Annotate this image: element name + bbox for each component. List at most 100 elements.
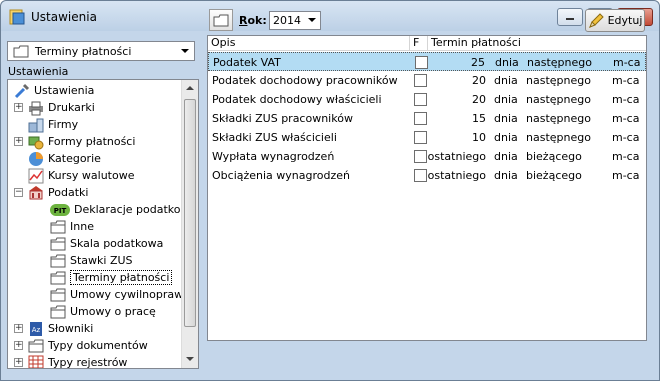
chevron-down-icon[interactable] — [304, 13, 319, 28]
settings-window: Ustawienia Terminy płatności Ustawienia … — [0, 0, 660, 381]
tree-item[interactable]: Skala podatkowa — [50, 235, 163, 252]
f-checkbox[interactable] — [415, 56, 428, 69]
column-header-f[interactable]: F — [410, 36, 428, 51]
tree-item[interactable]: Kategorie — [28, 150, 101, 167]
f-checkbox[interactable] — [414, 131, 427, 144]
table-row[interactable]: Składki ZUS pracowników 15 dnia następnego m… — [208, 109, 646, 128]
tree-item[interactable]: + Drukarki — [14, 99, 95, 116]
edit-button-label: Edytuj — [607, 14, 643, 27]
folder-icon — [50, 287, 66, 303]
tree-item[interactable]: + Typy rejestrów — [14, 354, 127, 368]
settings-tree[interactable]: Ustawienia + Drukarki Firmy + Formy płatności… — [7, 79, 199, 369]
tree-item[interactable]: Inne — [50, 218, 94, 235]
scroll-down-button[interactable] — [182, 351, 198, 368]
cell-opis: Podatek dochodowy pracowników — [212, 74, 398, 87]
grid-header: Opis F Termin płatności — [208, 36, 646, 51]
table-row[interactable]: Podatek dochodowy właścicieli 20 dnia nastę… — [208, 90, 646, 109]
tree-scrollbar[interactable] — [181, 80, 198, 368]
column-header-opis[interactable]: Opis — [208, 36, 410, 51]
scroll-thumb[interactable] — [184, 99, 196, 327]
cell-termin-number: 20 — [472, 74, 486, 87]
cell-termin-number: 20 — [472, 93, 486, 106]
table-row[interactable]: Składki ZUS właścicieli 10 dnia następnego m… — [208, 128, 646, 147]
tree-item[interactable]: + Typy dokumentów — [14, 337, 148, 354]
tree-section-label: Ustawienia — [8, 65, 69, 78]
cell-opis: Wypłata wynagrodzeń — [212, 150, 335, 163]
f-checkbox[interactable] — [414, 74, 427, 87]
cell-termin-when: następnego — [526, 74, 591, 87]
tree-item[interactable]: + Formy płatności — [14, 133, 136, 150]
tree-item-label: Podatki — [48, 186, 89, 199]
folder-icon — [213, 14, 229, 26]
table-row[interactable]: Podatek dochodowy pracowników 20 dnia nastę… — [208, 71, 646, 90]
tree-item-label: Umowy cywilnoprawne — [70, 288, 197, 301]
tree-item-label: Drukarki — [48, 101, 95, 114]
app-icon — [9, 9, 25, 25]
collapse-icon[interactable]: − — [14, 188, 23, 197]
f-checkbox[interactable] — [414, 169, 427, 182]
tree-item-label: Formy płatności — [48, 135, 136, 148]
tree-item-label: Deklaracje podatkowe — [74, 203, 197, 216]
cell-termin-period: m-ca — [612, 150, 640, 163]
tree-item-label: Terminy płatności — [70, 270, 173, 285]
cell-opis: Podatek VAT — [213, 56, 281, 69]
settings-category-select[interactable]: Terminy płatności — [7, 41, 195, 61]
tree-item[interactable]: + Az Słowniki — [14, 320, 93, 337]
chevron-down-icon[interactable] — [177, 43, 193, 59]
tree-item-label: Inne — [70, 220, 94, 233]
table-row[interactable]: Wypłata wynagrodzeń ostatniego dnia bieżące… — [208, 147, 646, 166]
tree-item[interactable]: Umowy o pracę — [50, 303, 156, 320]
tree-item[interactable]: Umowy cywilnoprawne — [50, 286, 197, 303]
cell-termin-unit: dnia — [494, 169, 518, 182]
folder-icon — [50, 236, 66, 252]
cell-termin-number: 15 — [472, 112, 486, 125]
folder-icon — [50, 253, 66, 269]
cell-termin-when: bieżącego — [526, 150, 582, 163]
line-chart-icon — [28, 168, 44, 184]
cell-opis: Podatek dochodowy właścicieli — [212, 93, 382, 106]
category-select-value: Terminy płatności — [35, 45, 132, 58]
tree-item[interactable]: PIT Deklaracje podatkowe — [50, 201, 196, 218]
cell-termin-unit: dnia — [494, 150, 518, 163]
payment-terms-grid[interactable]: Opis F Termin płatności Podatek VAT 25 dni… — [207, 35, 647, 341]
edit-button[interactable]: Edytuj — [585, 9, 645, 32]
tree-item[interactable]: Terminy płatności — [50, 269, 173, 286]
cell-termin-when: następnego — [526, 112, 591, 125]
tree-item-label: Umowy o pracę — [70, 305, 156, 318]
cell-termin-unit: dnia — [494, 74, 518, 87]
expand-icon[interactable]: + — [14, 103, 23, 112]
f-checkbox[interactable] — [414, 93, 427, 106]
tree-item-label: Skala podatkowa — [70, 237, 164, 250]
tree-item[interactable]: − Podatki — [14, 184, 89, 201]
f-checkbox[interactable] — [414, 150, 427, 163]
cell-termin-period: m-ca — [612, 93, 640, 106]
expand-icon[interactable]: + — [14, 358, 23, 367]
svg-text:PIT: PIT — [54, 207, 67, 215]
tree-item[interactable]: Kursy walutowe — [28, 167, 134, 184]
cell-termin-unit: dnia — [494, 131, 518, 144]
tree-item-label: Kategorie — [48, 152, 101, 165]
folder-view-button[interactable] — [209, 9, 233, 31]
expand-icon[interactable]: + — [14, 341, 23, 350]
tree-item[interactable]: Stawki ZUS — [50, 252, 133, 269]
bank-icon — [28, 185, 44, 201]
expand-icon[interactable]: + — [14, 137, 23, 146]
cell-termin-when: bieżącego — [526, 169, 582, 182]
table-row[interactable]: Podatek VAT 25 dnia następnego m-ca — [208, 52, 646, 71]
scroll-up-button[interactable] — [182, 80, 198, 97]
year-select[interactable]: 2014 — [269, 11, 321, 30]
printer-icon — [28, 100, 44, 116]
cell-termin-when: następnego — [527, 56, 592, 69]
cell-opis: Składki ZUS właścicieli — [212, 131, 337, 144]
tree-item[interactable]: Ustawienia — [14, 82, 94, 99]
year-label: Rok: — [239, 14, 267, 27]
cell-termin-when: następnego — [526, 131, 591, 144]
cell-termin-period: m-ca — [612, 112, 640, 125]
table-row[interactable]: Obciążenia wynagrodzeń ostatniego dnia bież… — [208, 166, 646, 185]
cell-termin-period: m-ca — [612, 169, 640, 182]
expand-icon[interactable]: + — [14, 324, 23, 333]
cell-termin-period: m-ca — [613, 56, 641, 69]
tree-item[interactable]: Firmy — [28, 116, 78, 133]
f-checkbox[interactable] — [414, 112, 427, 125]
column-header-termin[interactable]: Termin płatności — [428, 36, 646, 51]
